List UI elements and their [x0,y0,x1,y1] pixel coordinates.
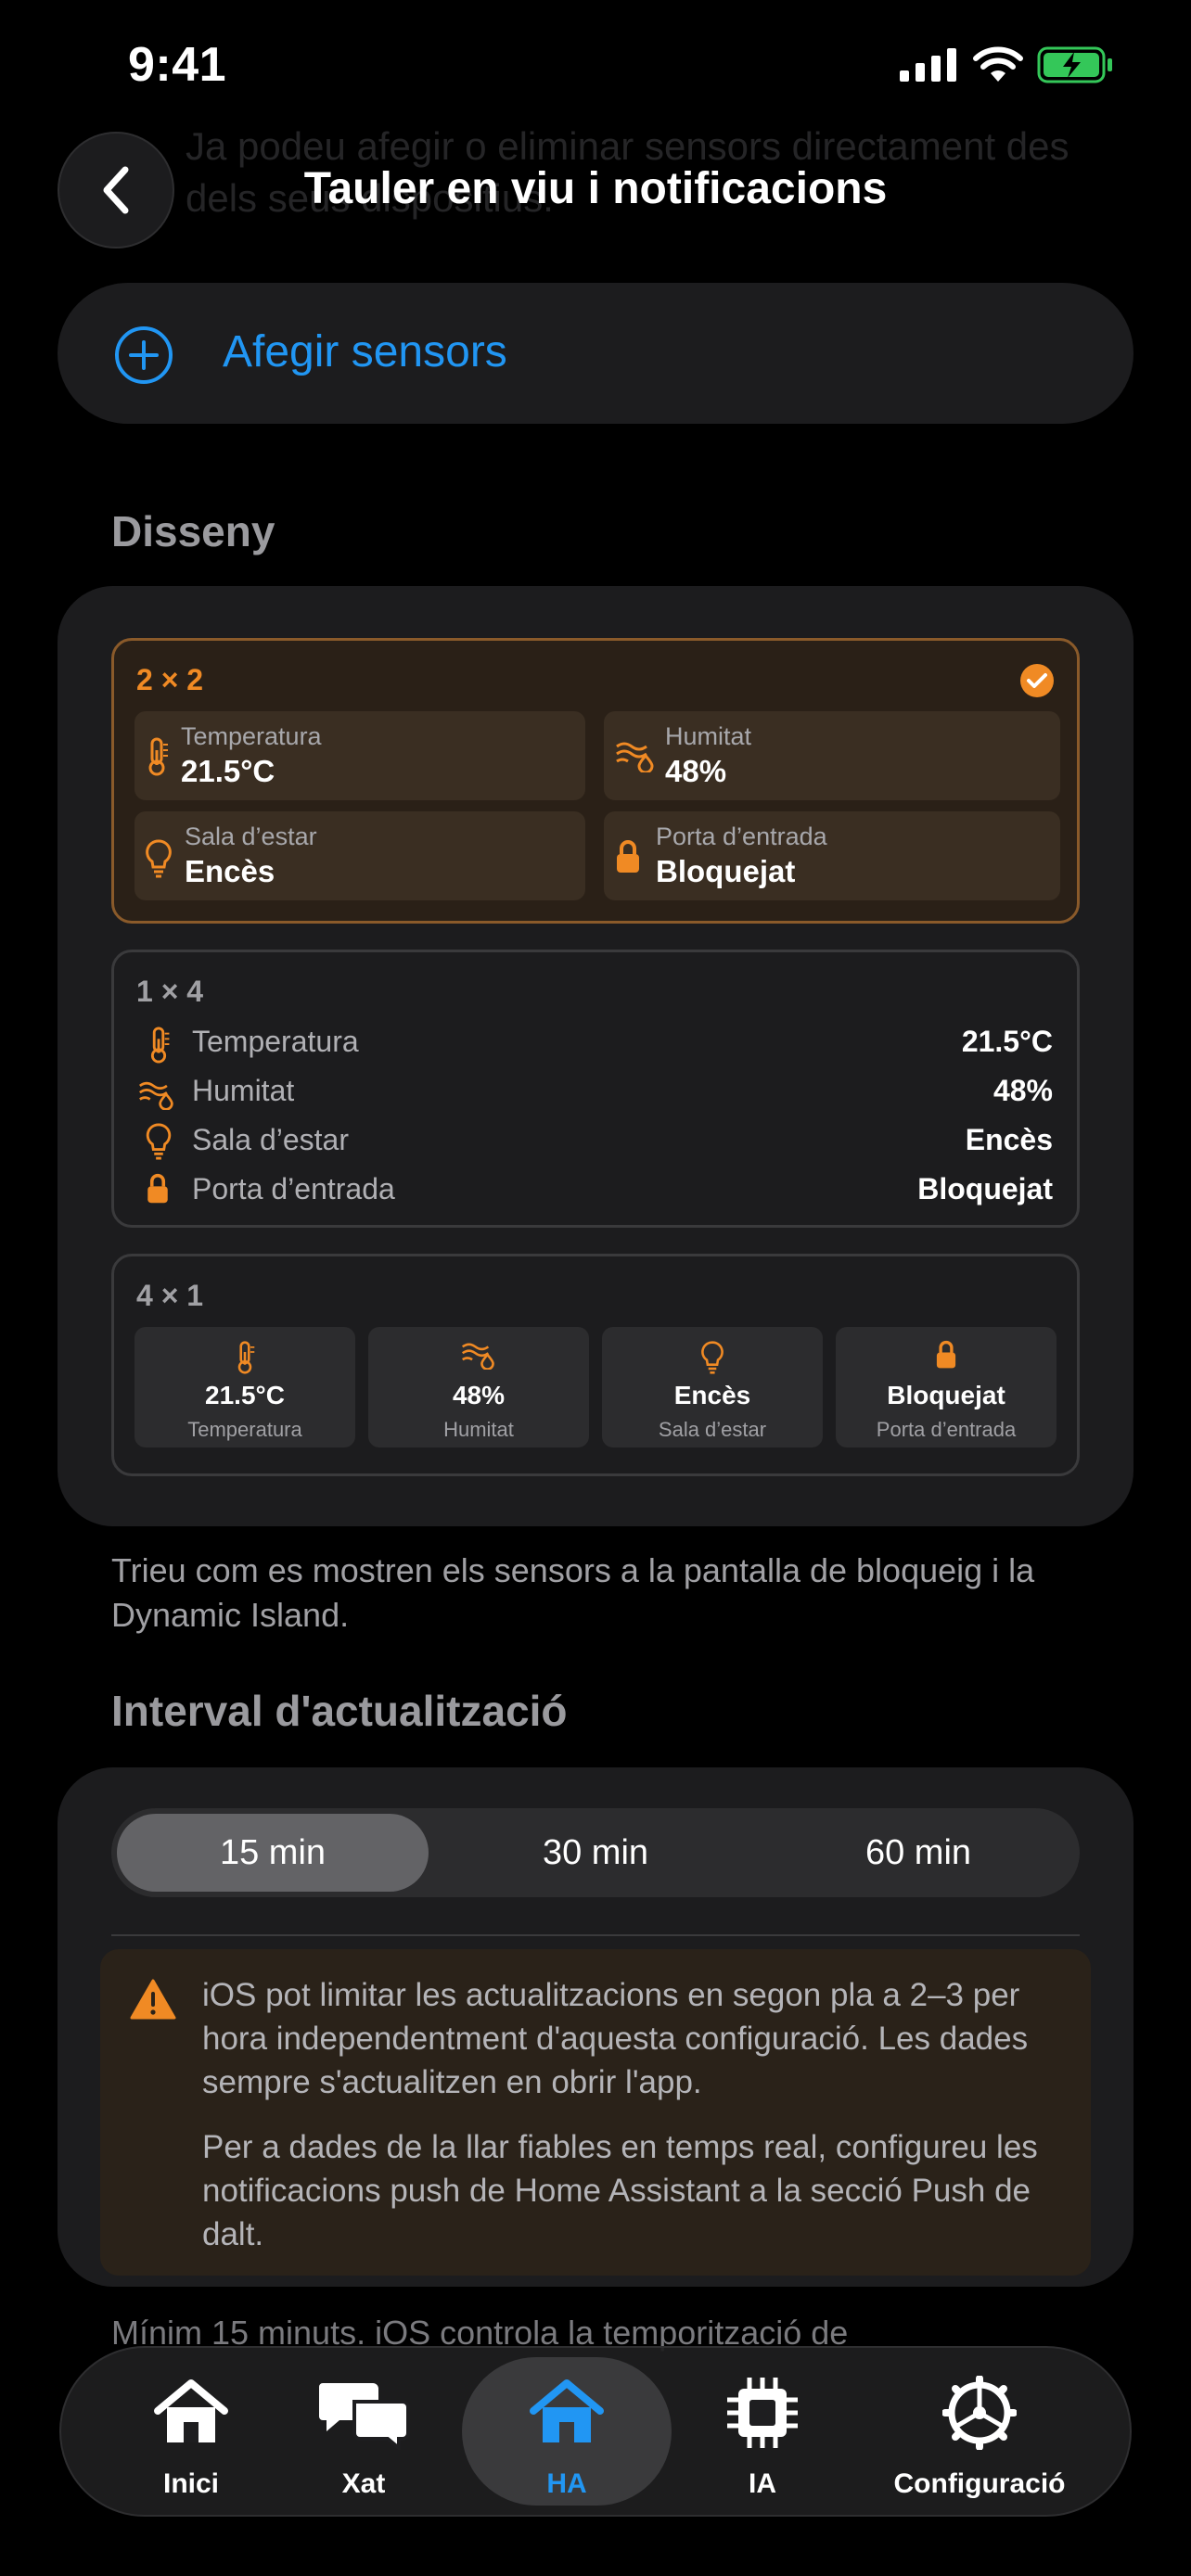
page-title: Tauler en viu i notificacions [303,164,888,213]
house-icon [98,2376,284,2448]
cellular-signal-icon [900,48,959,86]
tab-inici[interactable]: Inici [98,2348,284,2515]
lock-icon [615,839,641,879]
thermometer-icon [134,1340,355,1375]
sensor-column: 48% Humitat [368,1327,589,1447]
segment-30-min[interactable]: 30 min [440,1808,751,1897]
section-heading-interval: Interval d'actualització [111,1687,568,1735]
tab-ha[interactable]: HA [462,2348,672,2515]
battery-charging-icon [1037,46,1115,88]
wifi-icon [972,46,1024,88]
segment-60-min[interactable]: 60 min [762,1808,1074,1897]
tab-xat[interactable]: Xat [280,2348,447,2515]
lightbulb-icon [146,839,172,883]
segment-15-min[interactable]: 15 min [117,1808,429,1897]
sensor-column: Encès Sala d’estar [602,1327,823,1447]
thermometer-icon [144,737,170,781]
design-footer-note: Trieu com es mostren els sensors a la pa… [111,1551,1035,1634]
home-assistant-icon [462,2376,672,2448]
sensor-tile: Sala d’estar Encès [134,811,585,900]
sensor-column: Bloquejat Porta d’entrada [836,1327,1057,1447]
lock-icon [836,1340,1057,1370]
gear-icon [859,2376,1100,2450]
layout-option-title: 4 × 1 [136,1279,204,1312]
chip-icon [679,2376,846,2450]
checkmark-circle-icon [1019,663,1055,703]
tab-ia[interactable]: IA [679,2348,846,2515]
plus-circle-icon [113,325,174,390]
thermometer-icon [146,1027,172,1068]
chat-bubbles-icon [280,2376,447,2450]
layout-option-title: 2 × 2 [136,663,204,696]
tab-configuracio[interactable]: Configuració [859,2348,1100,2515]
humidity-icon [368,1340,589,1370]
divider [111,1934,1080,1936]
tab-bar: Inici Xat HA IA Configuració [59,2346,1132,2517]
sensor-tile: Temperatura 21.5°C [134,711,585,800]
layout-option-4x1[interactable]: 4 × 1 21.5°C Temperatura 48% Humitat Enc… [111,1254,1080,1476]
layout-option-1x4[interactable]: 1 × 4 Temperatura 21.5°C Humitat 48% Sal… [111,950,1080,1228]
lightbulb-icon [146,1123,172,1165]
status-time: 9:41 [128,38,227,92]
humidity-icon [615,739,656,777]
lock-icon [146,1173,170,1209]
layout-option-title: 1 × 4 [136,975,204,1008]
interval-segmented-control: 15 min 30 min 60 min [111,1808,1080,1897]
sensor-tile: Porta d’entrada Bloquejat [604,811,1060,900]
background-refresh-warning: iOS pot limitar les actualitzacions en s… [100,1949,1091,2276]
warning-text-1: iOS pot limitar les actualitzacions en s… [202,1977,1029,2100]
warning-text-2: Per a dades de la llar fiables en temps … [202,2129,1038,2252]
layout-option-2x2[interactable]: 2 × 2 Temperatura 21.5°C Humitat 48% Sal… [111,638,1080,924]
lightbulb-icon [602,1340,823,1375]
sensor-tile: Humitat 48% [604,711,1060,800]
humidity-icon [138,1078,175,1115]
section-heading-design: Disseny [111,507,275,555]
add-sensors-button[interactable] [58,283,1133,424]
add-sensors-label: Afegir sensors [223,327,507,376]
sensor-column: 21.5°C Temperatura [134,1327,355,1447]
warning-triangle-icon [130,1979,176,2024]
